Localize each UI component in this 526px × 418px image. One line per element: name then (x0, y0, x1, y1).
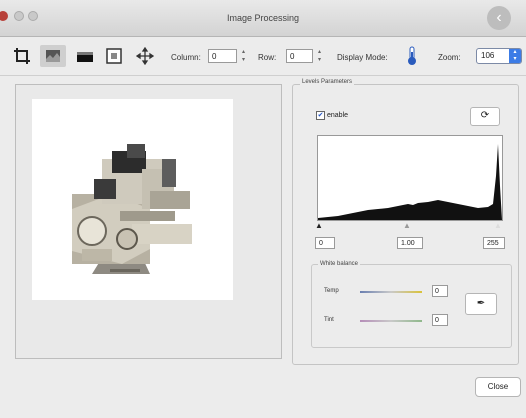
window-title: Image Processing (226, 13, 300, 23)
white-level-input[interactable]: 255 (483, 237, 505, 249)
reset-button[interactable]: ⟳ (470, 107, 500, 126)
chevron-updown-icon[interactable]: ▴ ▾ (509, 49, 521, 63)
zoom-label: Zoom: (438, 53, 461, 62)
black-level-input[interactable]: 0 (315, 237, 335, 249)
filter-icon[interactable] (40, 45, 66, 67)
enable-label: enable (327, 112, 349, 119)
white-point-marker[interactable]: ▲ (494, 221, 502, 230)
temp-label: Temp (324, 288, 339, 294)
engine-image (72, 144, 192, 274)
black-point-marker[interactable]: ▲ (315, 221, 323, 230)
toolbar: Column: 0 ▴ ▾ Row: 0 ▴ ▾ Display Mode: Zoo… (0, 37, 526, 76)
column-input[interactable]: 0 (208, 49, 237, 63)
gamma-marker[interactable]: ▲ (403, 221, 411, 230)
tint-label: Tint (324, 317, 334, 323)
tint-input[interactable]: 0 (432, 314, 448, 326)
crop-icon[interactable] (11, 45, 33, 67)
zoom-select[interactable]: 106 ▴ ▾ (476, 48, 522, 64)
temp-slider[interactable] (360, 291, 422, 293)
image-viewer-panel (15, 84, 282, 359)
reset-icon: ⟳ (480, 110, 490, 121)
levels-parameters-label: Levels Parameters (300, 79, 355, 85)
close-button[interactable]: Close (475, 377, 521, 397)
image-canvas[interactable] (32, 99, 233, 300)
display-mode-icon[interactable] (403, 45, 421, 67)
row-stepper[interactable]: ▴ ▾ (316, 48, 323, 64)
checkmark-icon: ✔ (316, 111, 325, 120)
frame-icon[interactable] (103, 45, 125, 67)
gamma-input[interactable]: 1.00 (397, 237, 423, 249)
tint-slider[interactable] (360, 320, 422, 322)
temp-input[interactable]: 0 (432, 285, 448, 297)
histogram (317, 135, 503, 221)
zoom-value: 106 (481, 51, 495, 60)
display-mode-label: Display Mode: (337, 53, 388, 62)
eyedropper-button[interactable]: ✒ (465, 293, 497, 315)
enable-checkbox[interactable]: ✔ enable (316, 111, 348, 120)
titlebar: Image Processing ‹ (0, 0, 526, 37)
image-processing-window: Image Processing ‹ Column: 0 ▴ ▾ Row: 0 ▴… (0, 0, 526, 418)
histogram-graph (318, 144, 502, 220)
layer-icon[interactable] (74, 45, 96, 67)
white-balance-label: White balance (318, 261, 361, 267)
back-icon[interactable]: ‹ (487, 6, 511, 30)
column-stepper[interactable]: ▴ ▾ (240, 48, 247, 64)
eyedropper-icon: ✒ (476, 298, 486, 309)
row-label: Row: (258, 53, 277, 62)
move-icon[interactable] (134, 45, 156, 67)
row-input[interactable]: 0 (286, 49, 313, 63)
column-label: Column: (171, 53, 201, 62)
